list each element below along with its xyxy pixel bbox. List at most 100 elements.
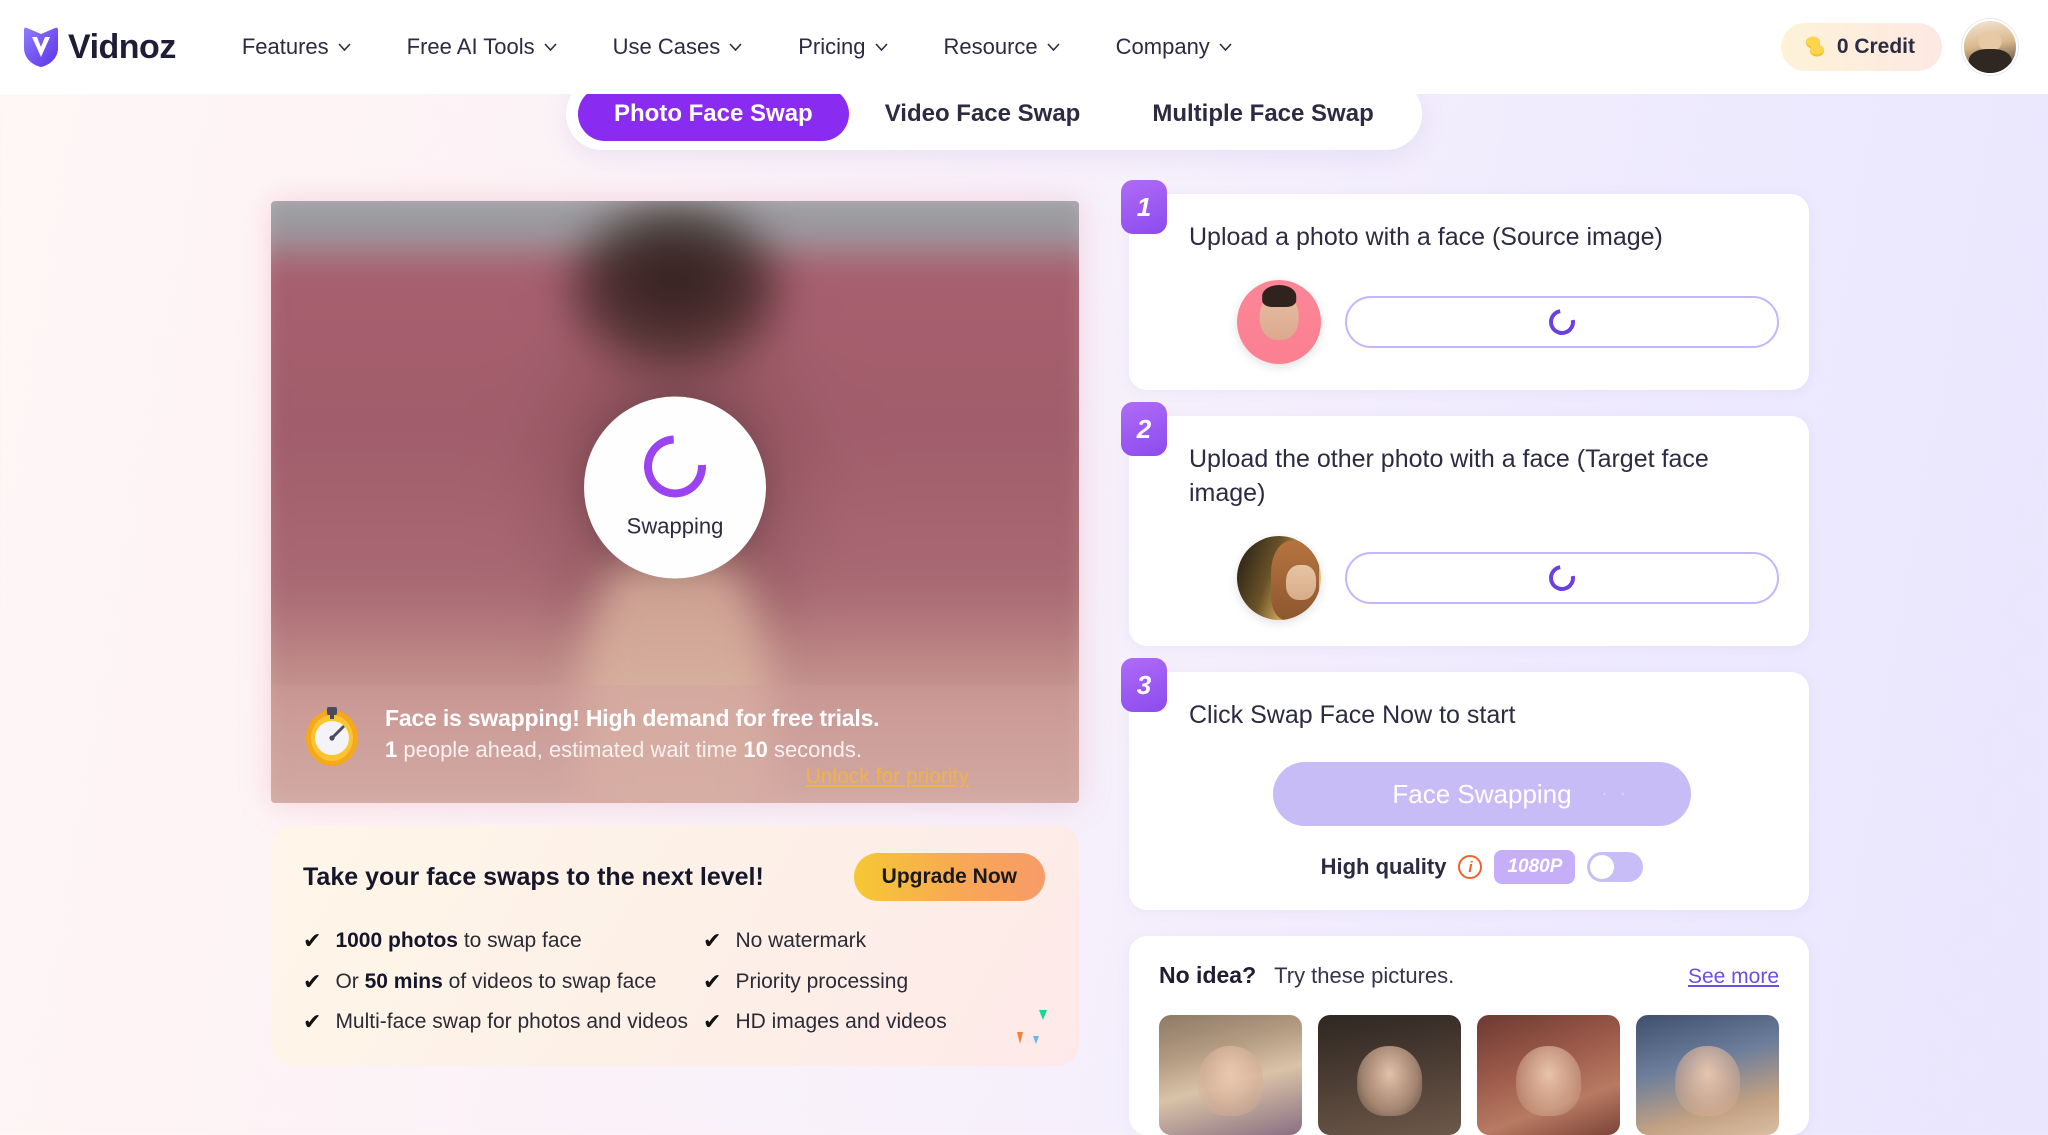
step-card-2: 2 Upload the other photo with a face (Ta… [1121, 402, 1809, 646]
sample-thumbnail-1[interactable] [1159, 1015, 1302, 1135]
check-icon: ✔ [303, 968, 322, 994]
target-upload-loading[interactable] [1345, 552, 1779, 604]
nav-item-features[interactable]: Features [214, 24, 379, 70]
tab-photo-face-swap[interactable]: Photo Face Swap [578, 87, 849, 141]
high-quality-toggle[interactable] [1587, 852, 1644, 882]
sample-pictures-header: No idea? Try these pictures. See more [1159, 962, 1779, 989]
check-icon: ✔ [703, 928, 722, 953]
step-card-3: 3 Click Swap Face Now to start Face Swap… [1121, 658, 1809, 910]
queue-people-count: 1 [385, 737, 398, 762]
main-navigation: Features Free AI Tools Use Cases Pricing… [214, 24, 1260, 70]
promo-feature-list: ✔ 1000 photos to swap face ✔ No watermar… [303, 927, 1045, 1036]
sample-thumbnail-2[interactable] [1318, 1015, 1461, 1135]
promo-item: ✔ Or 50 mins of videos to swap face [303, 968, 693, 996]
step-title: Upload a photo with a face (Source image… [1189, 223, 1663, 251]
stopwatch-icon [301, 705, 363, 767]
queue-end-text: seconds. [767, 737, 862, 762]
sample-pictures-card: No idea? Try these pictures. See more [1129, 936, 1809, 1135]
tab-video-face-swap[interactable]: Video Face Swap [849, 87, 1117, 141]
nav-item-pricing[interactable]: Pricing [770, 24, 915, 70]
swapping-status: Swapping [584, 396, 766, 579]
upgrade-promo-card: Take your face swaps to the next level! … [271, 825, 1079, 1067]
swapping-label: Swapping [626, 513, 724, 539]
preview-column: Swapping Face is swapping! High demand f… [271, 201, 1079, 1067]
chevron-down-icon [874, 43, 888, 51]
nav-label: Use Cases [612, 34, 721, 59]
promo-item-rest: Priority processing [735, 969, 909, 993]
decorative-triangles-icon [1013, 1008, 1049, 1050]
face-swapping-button-label: Face Swapping [1392, 778, 1572, 809]
quality-settings-row: High quality i 1080P [1185, 850, 1779, 884]
step-title: Upload the other photo with a face (Targ… [1189, 445, 1709, 507]
credit-badge[interactable]: 0 Credit [1780, 23, 1942, 71]
swap-preview: Swapping Face is swapping! High demand f… [271, 201, 1079, 803]
target-image-thumbnail[interactable] [1237, 536, 1321, 620]
loading-spinner-icon [1543, 559, 1581, 597]
chevron-down-icon [1219, 43, 1232, 51]
no-idea-label: No idea? [1159, 962, 1257, 988]
nav-item-company[interactable]: Company [1088, 24, 1260, 70]
step-number-badge: 2 [1121, 402, 1167, 456]
try-these-pictures-label: Try these pictures. [1274, 963, 1455, 988]
chevron-down-icon [729, 43, 742, 51]
sample-pictures-grid [1159, 1015, 1779, 1135]
queue-banner: Face is swapping! High demand for free t… [271, 685, 1079, 803]
promo-item-pre: Or [335, 969, 365, 993]
header-actions: 0 Credit [1780, 19, 2018, 75]
nav-item-use-cases[interactable]: Use Cases [585, 24, 771, 70]
vidnoz-logo-text: Vidnoz [68, 27, 176, 66]
chevron-down-icon [544, 43, 557, 51]
promo-item: ✔ Priority processing [703, 968, 1045, 996]
nav-label: Pricing [798, 34, 866, 59]
vidnoz-logo[interactable]: Vidnoz [18, 24, 176, 70]
check-icon: ✔ [703, 968, 722, 994]
tab-label: Video Face Swap [884, 100, 1081, 127]
face-swapping-button[interactable]: Face Swapping · · [1273, 762, 1691, 826]
nav-label: Free AI Tools [406, 34, 535, 59]
check-icon: ✔ [303, 1009, 322, 1035]
sample-thumbnail-3[interactable] [1477, 1015, 1620, 1135]
promo-item-rest: Multi-face swap for photos and videos [335, 1010, 688, 1034]
promo-item: ✔ No watermark [703, 927, 1045, 955]
queue-wait-seconds: 10 [743, 737, 768, 762]
step-number-badge: 3 [1121, 658, 1167, 712]
source-upload-loading[interactable] [1345, 296, 1779, 348]
step-2-body [1185, 536, 1779, 620]
tab-label: Multiple Face Swap [1152, 100, 1374, 127]
step-number-badge: 1 [1121, 180, 1167, 234]
loading-spinner-icon [1543, 303, 1581, 341]
chevron-down-icon [338, 43, 351, 51]
info-icon[interactable]: i [1458, 855, 1483, 879]
avatar[interactable] [1962, 19, 2018, 75]
queue-mid-text: people ahead, estimated wait time [397, 737, 744, 762]
nav-item-resource[interactable]: Resource [916, 24, 1088, 70]
toggle-knob [1590, 855, 1615, 879]
promo-item-rest: of videos to swap face [442, 969, 657, 993]
queue-banner-title: Face is swapping! High demand for free t… [385, 705, 880, 731]
unlock-for-priority-link[interactable]: Unlock for priority [806, 765, 969, 789]
see-more-link[interactable]: See more [1688, 965, 1779, 989]
step-title: Click Swap Face Now to start [1189, 701, 1516, 729]
check-icon: ✔ [703, 1009, 722, 1035]
sample-thumbnail-4[interactable] [1636, 1015, 1779, 1135]
queue-banner-detail: 1 people ahead, estimated wait time 10 s… [385, 737, 879, 763]
promo-title: Take your face swaps to the next level! [303, 862, 764, 891]
nav-label: Features [241, 34, 329, 59]
nav-item-free-ai-tools[interactable]: Free AI Tools [379, 24, 585, 70]
promo-header: Take your face swaps to the next level! … [303, 853, 1045, 901]
loading-dots: · · [1601, 782, 1629, 805]
promo-item-rest: to swap face [457, 929, 582, 952]
tab-label: Photo Face Swap [614, 100, 813, 127]
promo-item: ✔ Multi-face swap for photos and videos [303, 1008, 693, 1036]
promo-item-strong: 1000 photos [335, 929, 458, 952]
step-1-body [1185, 280, 1779, 364]
nav-label: Company [1115, 34, 1210, 59]
tab-multiple-face-swap[interactable]: Multiple Face Swap [1116, 87, 1409, 141]
page-content: Swapping Face is swapping! High demand f… [0, 94, 2048, 1135]
source-image-thumbnail[interactable] [1237, 280, 1321, 364]
high-quality-label: High quality [1320, 854, 1447, 879]
step-card-1: 1 Upload a photo with a face (Source ima… [1121, 180, 1809, 390]
promo-item: ✔ 1000 photos to swap face [303, 927, 693, 955]
upgrade-now-button[interactable]: Upgrade Now [853, 853, 1045, 901]
check-icon: ✔ [303, 928, 322, 953]
